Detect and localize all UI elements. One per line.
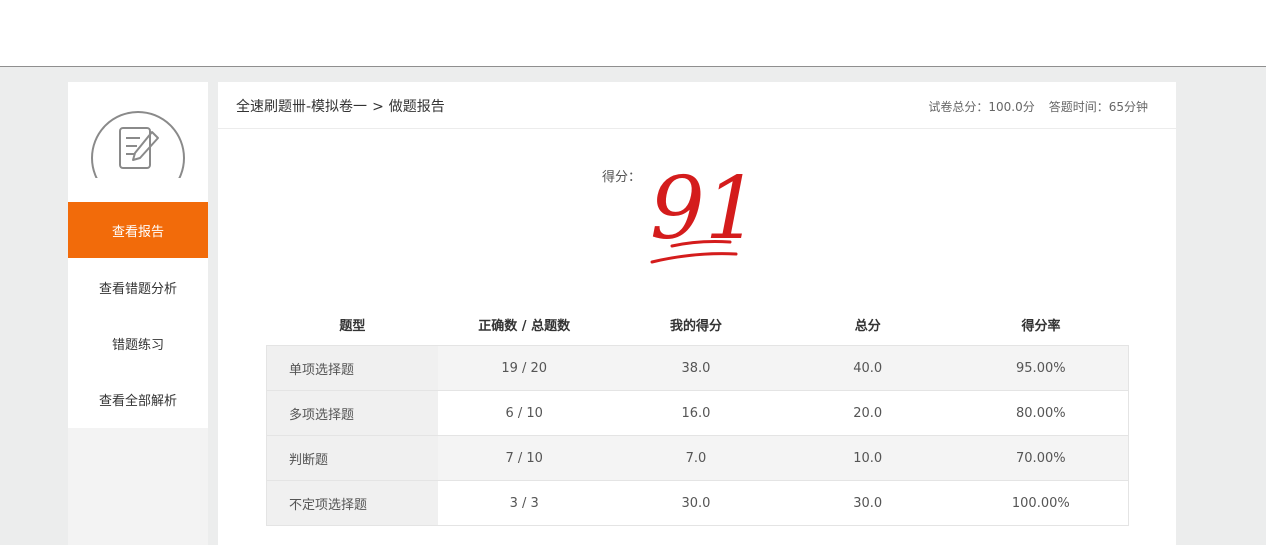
table-row: 单项选择题 19 / 20 38.0 40.0 95.00%	[266, 345, 1129, 391]
sidebar: 查看报告 查看错题分析 错题练习 查看全部解析	[68, 82, 208, 428]
report-header: 全速刷题卌-模拟卷一 > 做题报告 试卷总分：100.0分 答题时间：65分钟	[218, 82, 1176, 129]
breadcrumb: 全速刷题卌-模拟卷一 > 做题报告	[236, 96, 445, 116]
nav-label: 错题练习	[111, 337, 164, 353]
nav-label: 查看错题分析	[98, 281, 177, 297]
cell-correct: 6 / 10	[438, 390, 611, 436]
cell-rate: 80.00%	[953, 390, 1129, 436]
cell-total: 10.0	[781, 435, 954, 481]
nav-view-report[interactable]: 查看报告	[68, 202, 208, 258]
breadcrumb-current: 做题报告	[388, 99, 445, 115]
exam-paper-pencil-icon	[90, 108, 186, 178]
cell-total: 30.0	[781, 480, 954, 526]
cell-rate: 100.00%	[953, 480, 1129, 526]
time-used-text: 答题时间：65分钟	[1048, 100, 1148, 114]
table-row: 判断题 7 / 10 7.0 10.0 70.00%	[266, 435, 1129, 481]
sidebar-filler	[68, 428, 208, 545]
cell-correct: 3 / 3	[438, 480, 611, 526]
col-header-correct: 正确数 / 总题数	[478, 318, 571, 334]
total-score-text: 试卷总分：100.0分	[928, 100, 1035, 114]
col-header-type: 题型	[339, 318, 366, 334]
cell-type: 多项选择题	[266, 390, 439, 436]
cell-my-score: 38.0	[610, 345, 782, 391]
breadcrumb-parent-link[interactable]: 全速刷题卌-模拟卷一	[236, 99, 367, 115]
cell-type: 判断题	[266, 435, 439, 481]
cell-my-score: 30.0	[610, 480, 782, 526]
report-panel: 全速刷题卌-模拟卷一 > 做题报告 试卷总分：100.0分 答题时间：65分钟 得分：…	[218, 82, 1176, 545]
cell-type: 不定项选择题	[266, 480, 439, 526]
cell-total: 40.0	[781, 345, 954, 391]
table-row: 多项选择题 6 / 10 16.0 20.0 80.00%	[266, 390, 1129, 436]
nav-all-explanations[interactable]: 查看全部解析	[68, 371, 208, 427]
table-row: 不定项选择题 3 / 3 30.0 30.0 100.00%	[266, 480, 1129, 526]
cell-correct: 7 / 10	[438, 435, 611, 481]
nav-label: 查看全部解析	[98, 393, 177, 409]
score-value: 91	[650, 159, 744, 259]
cell-my-score: 16.0	[610, 390, 782, 436]
exam-meta: 试卷总分：100.0分 答题时间：65分钟	[928, 98, 1148, 115]
col-header-rate: 得分率	[1021, 318, 1061, 334]
score-label: 得分：	[602, 170, 642, 185]
handwritten-score: 91	[644, 154, 759, 269]
col-header-total: 总分	[854, 318, 881, 334]
cell-rate: 70.00%	[953, 435, 1129, 481]
top-bar	[0, 0, 1266, 67]
cell-correct: 19 / 20	[438, 345, 611, 391]
cell-rate: 95.00%	[953, 345, 1129, 391]
table-header-row: 题型 正确数 / 总题数 我的得分 总分 得分率	[267, 303, 1129, 346]
nav-label: 查看报告	[111, 224, 164, 240]
score-report-table: 题型 正确数 / 总题数 我的得分 总分 得分率 单项选择题 19 / 20 3…	[266, 303, 1129, 526]
breadcrumb-separator: >	[372, 99, 384, 115]
cell-my-score: 7.0	[610, 435, 782, 481]
nav-wrong-analysis[interactable]: 查看错题分析	[68, 259, 208, 315]
cell-total: 20.0	[781, 390, 954, 436]
nav-wrong-practice[interactable]: 错题练习	[68, 315, 208, 371]
cell-type: 单项选择题	[266, 345, 439, 391]
col-header-my-score: 我的得分	[669, 318, 722, 334]
